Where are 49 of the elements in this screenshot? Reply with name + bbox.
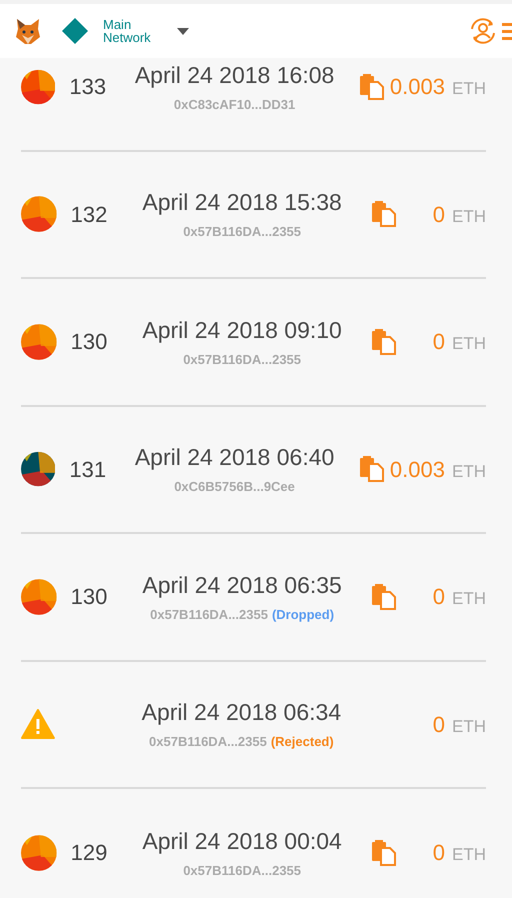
recipient-address: 0x57B116DA...2355 [183,862,302,880]
amount: 0.003 [390,456,445,484]
transaction-date: April 24 2018 00:04 [142,826,342,856]
warning-icon [21,709,55,740]
copy-icon[interactable] [360,456,384,482]
amount: 0 [432,328,445,356]
currency-unit: ETH [452,206,486,228]
transaction-date: April 24 2018 09:10 [142,316,342,344]
currency-unit: ETH [452,78,486,100]
recipient-address: 0xC6B5756B...9Cee [174,478,295,496]
recipient-address: 0x57B116DA...2355 [149,733,267,751]
amount: 0 [432,583,445,612]
copy-icon[interactable] [372,328,396,355]
status-label: (Rejected) [270,733,334,751]
network-dropdown[interactable]: Main Network [103,18,189,44]
menu-icon[interactable] [502,21,512,41]
fox-logo-icon [14,17,42,45]
nonce-number: 132 [70,202,108,227]
amount: 0 [432,710,445,739]
copy-icon[interactable] [372,584,396,610]
amount: 0 [432,839,445,868]
recipient-address: 0x57B116DA...2355 [183,350,302,368]
transaction-date: April 24 2018 06:34 [142,698,342,727]
nonce-number: 131 [69,456,106,482]
transaction-date: April 24 2018 15:38 [142,188,342,217]
transaction-date: April 24 2018 16:08 [134,60,334,90]
copy-icon[interactable] [372,201,396,228]
currency-unit: ETH [452,460,486,483]
recipient-address: 0x57B116DA...2355 [150,606,268,624]
recipient-address: 0x57B116DA...2355 [183,223,302,241]
network-diamond-icon [61,17,89,45]
nonce-number: 133 [69,74,106,100]
account-switch-icon[interactable] [468,16,498,46]
currency-unit: ETH [452,716,486,738]
copy-icon[interactable] [360,74,384,100]
status-label: (Dropped) [272,606,334,624]
amount: 0.003 [390,73,445,102]
nonce-number: 130 [70,584,108,610]
transaction-date: April 24 2018 06:35 [142,570,342,600]
currency-unit: ETH [452,588,486,610]
currency-unit: ETH [452,333,486,356]
transaction-date: April 24 2018 06:40 [134,443,334,472]
nonce-number: 130 [70,329,108,354]
recipient-address: 0xC83cAF10...DD31 [174,96,296,114]
amount: 0 [432,200,445,229]
copy-icon[interactable] [372,840,396,866]
currency-unit: ETH [452,844,486,866]
caret-icon [177,28,189,34]
nonce-number: 129 [70,840,108,866]
